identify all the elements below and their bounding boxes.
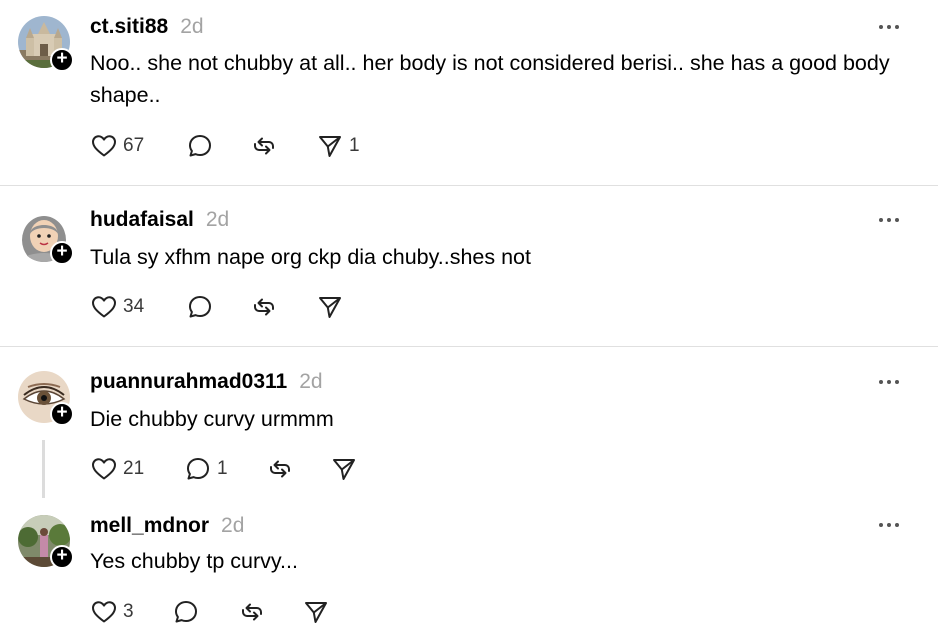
like-button[interactable]: 3 xyxy=(90,597,134,627)
send-icon xyxy=(319,136,341,157)
more-options-icon[interactable] xyxy=(878,24,900,30)
more-options-icon[interactable] xyxy=(878,522,900,528)
username-text[interactable]: hudafaisal xyxy=(90,208,194,231)
post-text: Yes chubby tp curvy... xyxy=(90,549,298,573)
timestamp: 2d xyxy=(205,208,230,231)
repost-icon xyxy=(242,603,262,621)
repost-icon xyxy=(270,460,290,478)
like-count: 21 xyxy=(123,458,145,479)
send-icon xyxy=(319,297,341,318)
like-count: 3 xyxy=(123,601,134,622)
timestamp: 2d xyxy=(221,514,245,537)
reply-button[interactable] xyxy=(186,292,214,322)
repost-button[interactable] xyxy=(250,131,278,161)
username[interactable]: ct.siti88 2d xyxy=(90,15,204,39)
share-button[interactable] xyxy=(302,597,330,627)
heart-icon xyxy=(92,601,116,623)
username[interactable]: hudafaisal 2d xyxy=(90,208,229,232)
like-button[interactable]: 34 xyxy=(90,292,144,322)
thread-line xyxy=(42,440,45,498)
follow-plus-icon[interactable]: + xyxy=(50,241,74,265)
more-options-icon[interactable] xyxy=(878,217,900,223)
comment-icon xyxy=(189,296,211,318)
send-icon xyxy=(333,459,355,480)
username-text[interactable]: ct.siti88 xyxy=(90,15,168,38)
timestamp: 2d xyxy=(299,370,323,393)
reply-count: 1 xyxy=(217,458,228,479)
follow-plus-icon[interactable]: + xyxy=(50,402,74,426)
timestamp: 2d xyxy=(180,15,204,38)
share-button[interactable] xyxy=(330,454,358,484)
share-button[interactable]: 1 xyxy=(316,131,360,161)
comment-icon xyxy=(175,601,197,623)
comment-icon xyxy=(187,458,209,480)
like-button[interactable]: 67 xyxy=(90,131,144,161)
post-text: Die chubby curvy urmmm xyxy=(90,407,334,431)
username-text[interactable]: puannurahmad0311 xyxy=(90,370,287,393)
share-count: 1 xyxy=(349,135,360,156)
heart-icon xyxy=(92,135,116,157)
post-3: + puannurahmad0311 2d Die chubby curvy ur… xyxy=(0,347,938,497)
username[interactable]: puannurahmad0311 2d xyxy=(90,370,323,394)
like-count: 34 xyxy=(123,296,145,317)
repost-icon xyxy=(254,137,274,155)
repost-button[interactable] xyxy=(250,292,278,322)
heart-icon xyxy=(92,458,116,480)
send-icon xyxy=(305,602,327,623)
reply-button[interactable] xyxy=(186,131,214,161)
reply-button[interactable]: 1 xyxy=(184,454,228,484)
share-button[interactable] xyxy=(316,292,344,322)
repost-button[interactable] xyxy=(238,597,266,627)
username[interactable]: mell_mdnor 2d xyxy=(90,514,244,538)
comment-icon xyxy=(189,135,211,157)
follow-plus-icon[interactable]: + xyxy=(50,48,74,72)
repost-icon xyxy=(254,298,274,316)
post-4: + mell_mdnor 2d Yes chubby tp curvy... 3 xyxy=(0,497,938,642)
like-button[interactable]: 21 xyxy=(90,454,144,484)
repost-button[interactable] xyxy=(266,454,294,484)
reply-button[interactable] xyxy=(172,597,200,627)
heart-icon xyxy=(92,296,116,318)
post-text: Tula sy xfhm nape org ckp dia chuby..she… xyxy=(90,245,531,269)
follow-plus-icon[interactable]: + xyxy=(50,545,74,569)
username-text[interactable]: mell_mdnor xyxy=(90,514,209,537)
post-2: + hudafaisal 2d Tula sy xfhm nape org ckp… xyxy=(0,186,938,347)
like-count: 67 xyxy=(123,135,145,156)
more-options-icon[interactable] xyxy=(878,379,900,385)
post-1: + ct.siti88 2d Noo.. she not chubby at al… xyxy=(0,0,938,186)
post-text: Noo.. she not chubby at all.. her body i… xyxy=(90,51,890,107)
